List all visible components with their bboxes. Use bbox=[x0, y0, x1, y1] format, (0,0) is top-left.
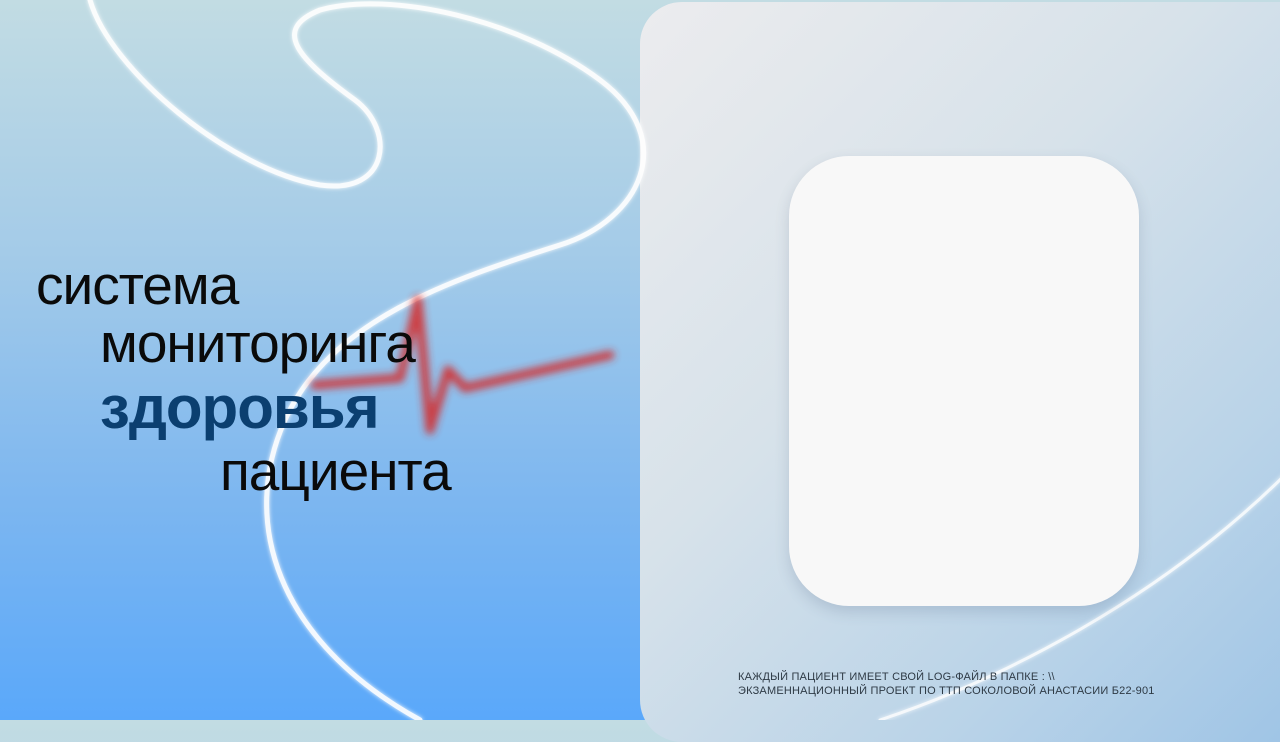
title-line-2: мониторинга bbox=[100, 312, 416, 374]
title-line-4: пациента bbox=[220, 440, 452, 502]
presentation-slide: система мониторинга здоровья пациента КА… bbox=[0, 0, 1280, 742]
footer-note: КАЖДЫЙ ПАЦИЕНТ ИМЕЕТ СВОЙ LOG-ФАЙЛ В ПАП… bbox=[738, 670, 1155, 698]
title-accent-word: здоровья bbox=[100, 374, 380, 441]
title-line-1: система bbox=[36, 254, 239, 316]
footer-line-1: КАЖДЫЙ ПАЦИЕНТ ИМЕЕТ СВОЙ LOG-ФАЙЛ В ПАП… bbox=[738, 671, 1055, 683]
image-placeholder-card bbox=[789, 156, 1139, 606]
footer-line-2: ЭКЗАМЕННАЦИОННЫЙ ПРОЕКТ ПО ТТП СОКОЛОВОЙ… bbox=[738, 685, 1155, 697]
